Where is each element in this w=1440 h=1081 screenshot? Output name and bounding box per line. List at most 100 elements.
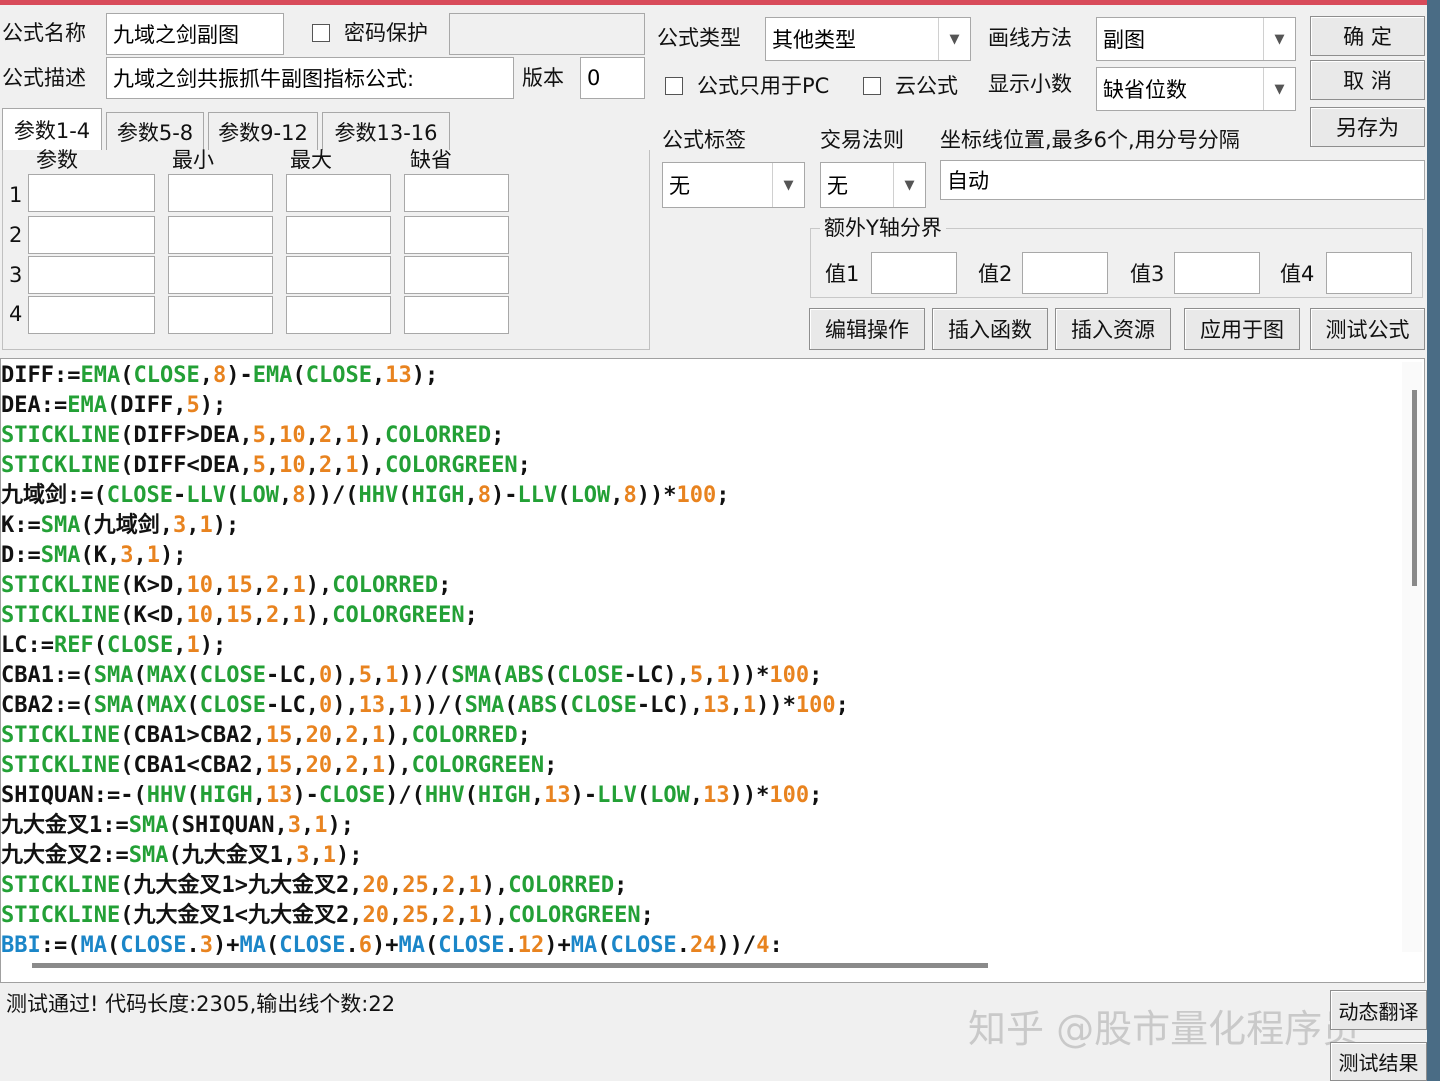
code-text-token: -	[172, 483, 187, 508]
value2-input[interactable]	[1022, 252, 1108, 294]
code-text-token: ,	[212, 573, 227, 598]
code-text-token: -LC),	[636, 693, 704, 718]
code-number-token: 100	[676, 483, 717, 508]
insert-resource-button[interactable]: 插入资源	[1055, 308, 1171, 350]
param-name-input[interactable]	[28, 296, 155, 334]
insert-function-button[interactable]: 插入函数	[932, 308, 1048, 350]
code-function-token: MA	[398, 933, 425, 958]
formula-desc-input[interactable]: 九域之剑共振抓牛副图指标公式:	[106, 57, 514, 99]
code-function-token: HIGH	[199, 783, 253, 808]
param-default-input[interactable]	[404, 256, 509, 294]
code-number-token: 3	[199, 933, 213, 958]
code-line: CBA2:=(SMA(MAX(CLOSE-LC,0),13,1))/(SMA(A…	[1, 691, 849, 721]
code-function-token: CLOSE	[557, 663, 624, 688]
param-default-input[interactable]	[404, 174, 509, 212]
test-formula-button[interactable]: 测试公式	[1310, 308, 1425, 350]
password-input[interactable]	[449, 13, 645, 55]
decimals-select[interactable]: 缺省位数 ▼	[1096, 67, 1296, 111]
code-text-token: (	[133, 663, 147, 688]
dynamic-translate-button[interactable]: 动态翻译	[1330, 990, 1427, 1030]
cloud-checkbox[interactable]	[863, 77, 881, 95]
code-text-token: (	[464, 783, 478, 808]
code-function-token: STICKLINE	[1, 423, 121, 448]
code-text-token: (DIFF,	[106, 393, 187, 418]
param-max-input[interactable]	[286, 296, 391, 334]
code-text-token: :	[769, 933, 783, 958]
draw-method-select[interactable]: 副图 ▼	[1096, 17, 1296, 61]
pc-only-checkbox[interactable]	[665, 77, 683, 95]
version-input[interactable]: 0	[580, 57, 645, 99]
extra-y-axis-label: 额外Y轴分界	[820, 218, 946, 239]
value4-input[interactable]	[1326, 252, 1412, 294]
horizontal-scroll-thumb[interactable]	[32, 963, 988, 968]
chevron-down-icon[interactable]: ▼	[772, 163, 804, 207]
code-function-token: MAX	[146, 693, 187, 718]
param-default-input[interactable]	[404, 216, 509, 254]
axis-position-input[interactable]: 自动	[940, 160, 1425, 200]
code-function-token: LOW	[570, 483, 611, 508]
cancel-button[interactable]: 取 消	[1310, 60, 1425, 100]
param-max-input[interactable]	[286, 174, 391, 212]
code-function-token: HHV	[146, 783, 187, 808]
save-as-button[interactable]: 另存为	[1310, 107, 1425, 147]
code-function-token: LLV	[597, 783, 637, 808]
code-number-token: 12	[517, 933, 545, 958]
code-text-token: (DIFF>DEA,	[120, 423, 253, 448]
param-name-input[interactable]	[28, 216, 155, 254]
code-text-token: ,	[173, 633, 187, 658]
code-line: 九大金叉2:=SMA(九大金叉1,3,1);	[1, 841, 849, 871]
param-header-max: 最大	[290, 148, 332, 172]
apply-to-chart-button[interactable]: 应用于图	[1184, 308, 1300, 350]
code-text-token: ),	[385, 723, 412, 748]
code-text-token: (	[120, 363, 134, 388]
param-max-input[interactable]	[286, 216, 391, 254]
code-text-token: (	[597, 933, 611, 958]
code-function-token: LLV	[517, 483, 558, 508]
code-text-token: ;	[464, 603, 478, 628]
edit-operations-button[interactable]: 编辑操作	[809, 308, 925, 350]
chevron-down-icon[interactable]: ▼	[893, 163, 925, 207]
param-min-input[interactable]	[168, 256, 273, 294]
value3-input[interactable]	[1174, 252, 1260, 294]
code-line: CBA1:=(SMA(MAX(CLOSE-LC,0),5,1))/(SMA(AB…	[1, 661, 849, 691]
param-name-input[interactable]	[28, 174, 155, 212]
code-text-token: ,	[279, 573, 293, 598]
value1-input[interactable]	[871, 252, 957, 294]
password-checkbox[interactable]	[312, 24, 330, 42]
code-editor[interactable]: DIFF:=EMA(CLOSE,8)-EMA(CLOSE,13); DEA:=EM…	[0, 358, 1425, 983]
test-result-button[interactable]: 测试结果	[1330, 1042, 1427, 1081]
param-name-input[interactable]	[28, 256, 155, 294]
tab-params-1-4[interactable]: 参数1-4	[2, 108, 102, 150]
code-function-token: SMA	[93, 693, 134, 718]
code-text-token: (SHIQUAN,	[168, 813, 288, 838]
param-min-input[interactable]	[168, 296, 273, 334]
param-min-input[interactable]	[168, 216, 273, 254]
formula-tag-select[interactable]: 无 ▼	[662, 162, 805, 208]
trade-rule-select[interactable]: 无 ▼	[820, 162, 926, 208]
chevron-down-icon[interactable]: ▼	[1263, 68, 1295, 110]
code-number-token: 24	[689, 933, 717, 958]
tab-params-5-8[interactable]: 参数5-8	[106, 112, 204, 150]
code-function-token: COLORRED	[385, 423, 492, 448]
code-text-token: ;	[544, 753, 558, 778]
code-function-token: LLV	[186, 483, 226, 508]
formula-type-select[interactable]: 其他类型 ▼	[765, 17, 971, 61]
chevron-down-icon[interactable]: ▼	[938, 18, 970, 60]
param-min-input[interactable]	[168, 174, 273, 212]
param-default-input[interactable]	[404, 296, 509, 334]
ok-button[interactable]: 确 定	[1310, 16, 1425, 56]
code-number-token: 0	[318, 693, 333, 718]
code-text-token: ,	[309, 843, 323, 868]
param-max-input[interactable]	[286, 256, 391, 294]
code-text-token: )-	[490, 483, 518, 508]
value2-label: 值2	[978, 262, 1013, 286]
code-number-token: 1	[345, 453, 359, 478]
code-number-token: 1	[199, 513, 213, 538]
chevron-down-icon[interactable]: ▼	[1263, 18, 1295, 60]
formula-name-input[interactable]: 九域之剑副图	[106, 13, 284, 55]
code-function-token: HHV	[358, 483, 399, 508]
tab-params-13-16[interactable]: 参数13-16	[322, 112, 450, 150]
tab-params-9-12[interactable]: 参数9-12	[208, 112, 318, 150]
code-text-token: 九大金叉1:=	[1, 813, 129, 838]
vertical-scroll-thumb[interactable]	[1412, 390, 1417, 586]
